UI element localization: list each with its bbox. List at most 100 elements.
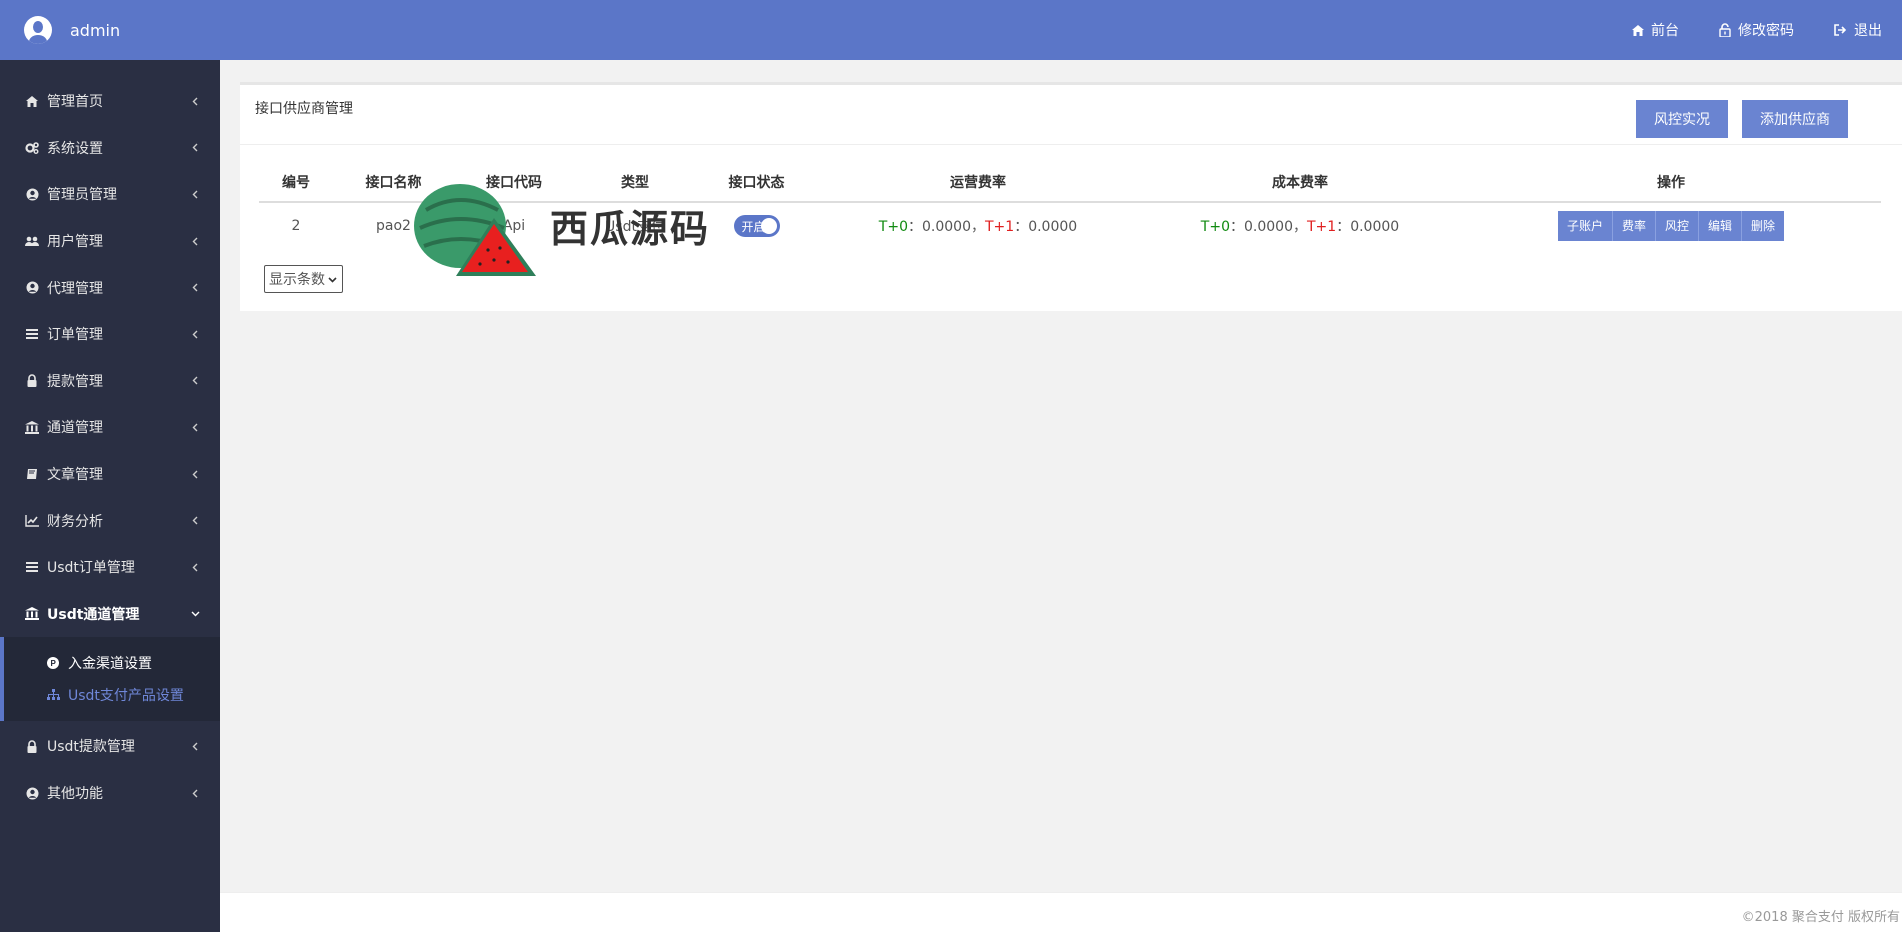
watermark-text: 西瓜源码: [550, 207, 711, 251]
t0-label: T+0: [878, 218, 908, 235]
users-icon: [25, 234, 39, 248]
sidebar-item-label: 财务分析: [47, 513, 103, 530]
bank-icon: [25, 607, 39, 621]
sidebar-subitem-label: Usdt支付产品设置: [68, 688, 184, 705]
watermark: 西瓜源码: [408, 180, 788, 283]
sidebar-subitem-label: 入金渠道设置: [68, 656, 152, 673]
sitemap-icon: [46, 688, 60, 702]
add-supplier-button[interactable]: 添加供应商: [1742, 100, 1848, 138]
chevron-left-icon: [190, 562, 200, 572]
sidebar-item-usdt-order-management[interactable]: Usdt订单管理: [0, 544, 220, 591]
rate-button[interactable]: 费率: [1612, 210, 1656, 241]
frontend-label: 前台: [1651, 23, 1679, 39]
t1-label: T+1: [1307, 218, 1337, 235]
sidebar-item-other-functions[interactable]: 其他功能: [0, 770, 220, 817]
chevron-left-icon: [190, 788, 200, 798]
usdt-channel-submenu: P 入金渠道设置 Usdt支付产品设置: [0, 637, 220, 722]
sidebar-item-system-settings[interactable]: 系统设置: [0, 125, 220, 172]
delete-button[interactable]: 删除: [1742, 210, 1785, 241]
page-size-select[interactable]: 显示条数: [264, 265, 343, 293]
home-icon: [25, 94, 39, 108]
chevron-left-icon: [190, 469, 200, 479]
t0-label: T+0: [1200, 218, 1230, 235]
sidebar-item-usdt-channel-management[interactable]: Usdt通道管理: [0, 591, 220, 638]
sidebar-item-label: 通道管理: [47, 420, 103, 437]
logout-link[interactable]: 退出: [1834, 20, 1882, 40]
sign-out-icon: [1834, 24, 1847, 36]
sidebar-nav: 管理首页 系统设置 管理员管理 用户管理 代理管理 订单管理 提款管理 通道管理…: [0, 60, 220, 816]
footer: ©2018 聚合支付 版权所有: [220, 892, 1902, 932]
chevron-left-icon: [190, 376, 200, 386]
book-icon: [25, 467, 39, 481]
sidebar-item-agent-management[interactable]: 代理管理: [0, 264, 220, 311]
chevron-left-icon: [190, 422, 200, 432]
t1-label: T+1: [985, 218, 1015, 235]
sidebar-item-label: 代理管理: [47, 280, 103, 297]
change-password-link[interactable]: 修改密码: [1719, 20, 1794, 40]
bank-icon: [25, 420, 39, 434]
sidebar-item-label: 系统设置: [47, 140, 103, 157]
cell-cost-rate: T+0：0.0000，T+1：0.0000: [1139, 202, 1461, 248]
watermelon-logo-icon: [414, 184, 536, 276]
frontend-link[interactable]: 前台: [1632, 20, 1679, 40]
action-button-group: 子账户 费率 风控 编辑 删除: [1557, 210, 1785, 241]
chevron-down-icon: [190, 609, 200, 619]
username: admin: [70, 20, 121, 40]
home-icon: [1632, 24, 1644, 36]
page-size-label: 显示条数: [269, 272, 325, 288]
column-header: 运营费率: [817, 163, 1139, 203]
chevron-left-icon: [190, 283, 200, 293]
logout-label: 退出: [1854, 23, 1882, 39]
sidebar-item-usdt-withdraw-management[interactable]: Usdt提款管理: [0, 723, 220, 770]
sidebar-item-label: Usdt通道管理: [47, 606, 140, 623]
risk-monitor-button[interactable]: 风控实况: [1636, 100, 1728, 138]
sidebar-item-label: 其他功能: [47, 786, 103, 803]
user-circle-icon: [25, 281, 39, 295]
sidebar-item-user-management[interactable]: 用户管理: [0, 218, 220, 265]
risk-control-button[interactable]: 风控: [1655, 210, 1699, 241]
gears-icon: [25, 141, 39, 155]
chevron-left-icon: [190, 516, 200, 526]
lock-icon: [25, 374, 39, 388]
sidebar-item-channel-management[interactable]: 通道管理: [0, 404, 220, 451]
sidebar-item-label: 管理员管理: [47, 187, 117, 204]
t0-value: ：0.0000，: [1230, 218, 1307, 235]
cell-op-rate: T+0：0.0000，T+1：0.0000: [817, 202, 1139, 248]
avatar[interactable]: [24, 16, 52, 44]
sidebar-item-order-management[interactable]: 订单管理: [0, 311, 220, 358]
sidebar: 管理首页 系统设置 管理员管理 用户管理 代理管理 订单管理 提款管理 通道管理…: [0, 60, 220, 932]
sidebar-item-withdraw-management[interactable]: 提款管理: [0, 358, 220, 405]
sidebar-item-home[interactable]: 管理首页: [0, 78, 220, 125]
copyright-text: ©2018 聚合支付 版权所有: [1741, 910, 1900, 925]
chevron-left-icon: [190, 329, 200, 339]
paypal-icon: P: [46, 656, 60, 670]
sidebar-item-label: 文章管理: [47, 467, 103, 484]
user-circle-icon: [25, 786, 39, 800]
chevron-left-icon: [190, 189, 200, 199]
change-password-label: 修改密码: [1738, 23, 1794, 39]
sidebar-subitem-usdt-product[interactable]: Usdt支付产品设置: [4, 679, 220, 711]
sub-account-button[interactable]: 子账户: [1557, 210, 1613, 241]
sidebar-item-label: 提款管理: [47, 373, 103, 390]
cell-actions: 子账户 费率 风控 编辑 删除: [1461, 202, 1881, 248]
chevron-down-icon: [328, 271, 337, 287]
list-icon: [25, 327, 39, 341]
sidebar-subitem-deposit-channel[interactable]: P 入金渠道设置: [4, 647, 220, 679]
sidebar-item-admin-management[interactable]: 管理员管理: [0, 171, 220, 218]
page-title: 接口供应商管理: [255, 101, 353, 117]
edit-button[interactable]: 编辑: [1699, 210, 1743, 241]
sidebar-item-finance-analysis[interactable]: 财务分析: [0, 497, 220, 544]
line-chart-icon: [25, 514, 39, 528]
chevron-left-icon: [190, 236, 200, 246]
sidebar-item-label: 管理首页: [47, 94, 103, 111]
unlock-icon: [1719, 23, 1731, 37]
cell-id: 2: [291, 217, 301, 234]
list-icon: [25, 560, 39, 574]
t1-value: ：0.0000: [1336, 218, 1400, 235]
svg-text:P: P: [51, 659, 57, 668]
sidebar-item-label: Usdt提款管理: [47, 739, 135, 756]
sidebar-item-article-management[interactable]: 文章管理: [0, 451, 220, 498]
sidebar-item-label: Usdt订单管理: [47, 560, 135, 577]
top-right-links: 前台 修改密码 退出: [1592, 20, 1882, 40]
user-circle-icon: [25, 187, 39, 201]
